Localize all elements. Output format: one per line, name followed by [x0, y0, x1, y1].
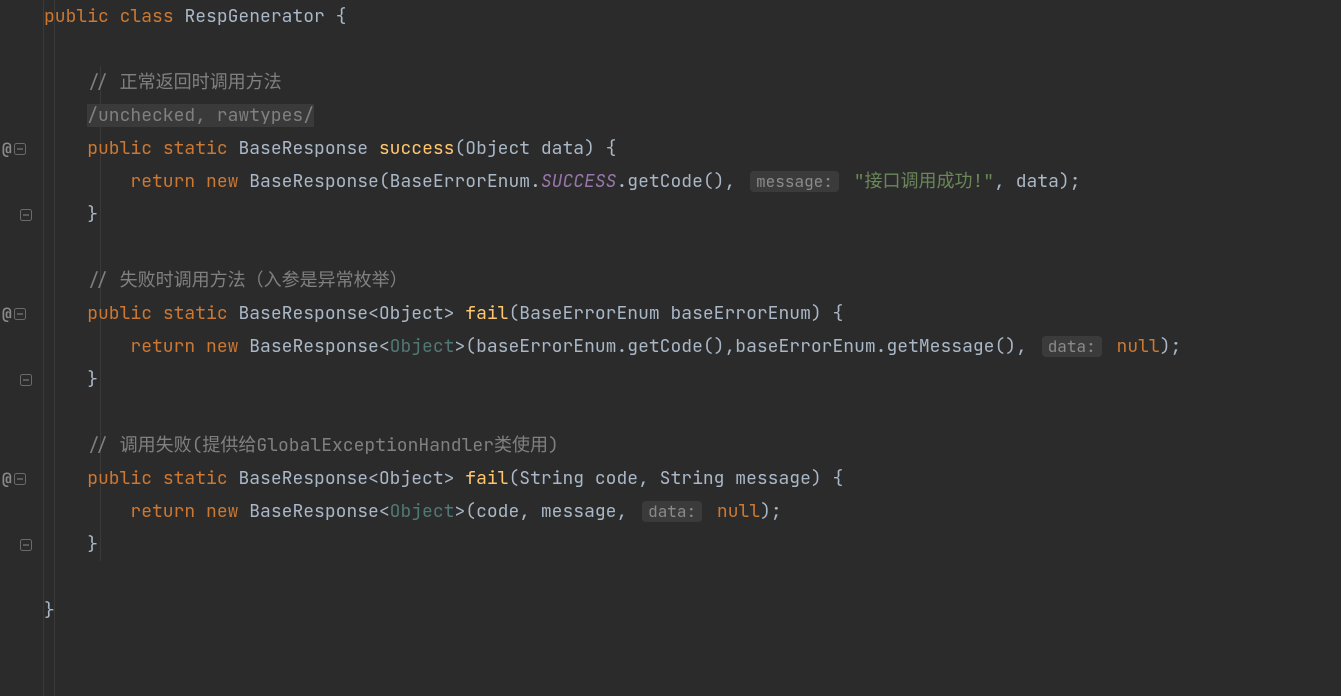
code-area[interactable]: public class RespGenerator { // 正常返回时调用方…: [44, 0, 1341, 696]
code-line[interactable]: [44, 396, 1341, 429]
return-type: BaseResponse: [238, 137, 368, 160]
kw-return: return: [130, 170, 195, 193]
code-line[interactable]: [44, 33, 1341, 66]
return-type: BaseResponse<Object>: [238, 467, 454, 490]
code-line[interactable]: [44, 561, 1341, 594]
code-line[interactable]: /unchecked, rawtypes/: [44, 99, 1341, 132]
param-hint: data:: [1042, 336, 1102, 357]
ctor-type: BaseResponse<: [249, 500, 389, 523]
params: (String code, String message) {: [508, 467, 843, 490]
generic-type: Object: [390, 335, 455, 358]
code-line[interactable]: // 正常返回时调用方法: [44, 66, 1341, 99]
gutter-fold-icon[interactable]: [0, 528, 44, 561]
fold-collapse-icon[interactable]: [14, 473, 26, 485]
code-line[interactable]: public class RespGenerator {: [44, 0, 1341, 33]
code-line[interactable]: }: [44, 594, 1341, 627]
kw-new: new: [206, 335, 238, 358]
code-line[interactable]: public static BaseResponse success(Objec…: [44, 132, 1341, 165]
gutter-annotation-icon[interactable]: @: [0, 132, 44, 165]
code-line[interactable]: public static BaseResponse<Object> fail(…: [44, 462, 1341, 495]
gutter-annotation-icon[interactable]: @: [0, 462, 44, 495]
kw-new: new: [206, 170, 238, 193]
code-text: (BaseErrorEnum.: [379, 170, 541, 193]
kw-public: public: [87, 302, 152, 325]
code-line[interactable]: return new BaseResponse<Object>(code, me…: [44, 495, 1341, 528]
fold-expand-icon[interactable]: [20, 539, 32, 551]
code-text: >: [454, 500, 465, 523]
kw-public: public: [87, 137, 152, 160]
kw-return: return: [130, 500, 195, 523]
kw-null: null: [1117, 335, 1160, 358]
kw-public: public: [44, 5, 109, 28]
ctor-type: BaseResponse: [249, 170, 379, 193]
class-name: RespGenerator: [184, 5, 324, 28]
code-line[interactable]: // 失败时调用方法（入参是异常枚举）: [44, 264, 1341, 297]
return-type: BaseResponse<Object>: [238, 302, 454, 325]
kw-return: return: [130, 335, 195, 358]
kw-static: static: [163, 467, 228, 490]
params: (BaseErrorEnum baseErrorEnum) {: [508, 302, 843, 325]
method-name: fail: [465, 302, 508, 325]
enum-const: SUCCESS: [541, 170, 617, 193]
gutter-fold-icon[interactable]: [0, 363, 44, 396]
suppressed-comment: /unchecked, rawtypes/: [87, 104, 314, 127]
code-line[interactable]: [44, 231, 1341, 264]
code-line[interactable]: }: [44, 528, 1341, 561]
method-name: fail: [465, 467, 508, 490]
code-text: );: [1160, 335, 1182, 358]
param-hint: message:: [750, 171, 839, 192]
kw-new: new: [206, 500, 238, 523]
code-editor[interactable]: @ @ @ public class RespGenerator { // 正常…: [0, 0, 1341, 696]
code-text: .getCode(),: [616, 170, 746, 193]
at-icon: @: [2, 132, 12, 165]
gutter-fold-icon[interactable]: [0, 198, 44, 231]
code-text: (baseErrorEnum.getCode(),baseErrorEnum.g…: [465, 335, 1037, 358]
code-line[interactable]: // 调用失败(提供给GlobalExceptionHandler类使用): [44, 429, 1341, 462]
fold-collapse-icon[interactable]: [14, 308, 26, 320]
brace: }: [87, 368, 98, 391]
code-line[interactable]: return new BaseResponse<Object>(baseErro…: [44, 330, 1341, 363]
brace: }: [87, 533, 98, 556]
fold-expand-icon[interactable]: [20, 374, 32, 386]
comment: // 正常返回时调用方法: [87, 71, 281, 94]
string-literal: "接口调用成功!": [854, 170, 994, 193]
code-text: , data);: [994, 170, 1080, 193]
code-text: (code, message,: [465, 500, 638, 523]
params: (Object data) {: [454, 137, 616, 160]
at-icon: @: [2, 297, 12, 330]
comment: // 调用失败(提供给GlobalExceptionHandler类使用): [87, 434, 559, 457]
brace: }: [87, 203, 98, 226]
code-line[interactable]: public static BaseResponse<Object> fail(…: [44, 297, 1341, 330]
generic-type: Object: [390, 500, 455, 523]
code-text: >: [454, 335, 465, 358]
kw-static: static: [163, 302, 228, 325]
fold-collapse-icon[interactable]: [14, 143, 26, 155]
method-name: success: [379, 137, 455, 160]
kw-null: null: [717, 500, 760, 523]
kw-static: static: [163, 137, 228, 160]
code-text: );: [760, 500, 782, 523]
ctor-type: BaseResponse<: [249, 335, 389, 358]
brace: }: [44, 599, 55, 622]
at-icon: @: [2, 462, 12, 495]
kw-public: public: [87, 467, 152, 490]
brace: {: [325, 5, 347, 28]
code-line[interactable]: return new BaseResponse(BaseErrorEnum.SU…: [44, 165, 1341, 198]
code-line[interactable]: }: [44, 363, 1341, 396]
kw-class: class: [120, 5, 174, 28]
comment: // 失败时调用方法（入参是异常枚举）: [87, 269, 407, 292]
param-hint: data:: [642, 501, 702, 522]
code-line[interactable]: }: [44, 198, 1341, 231]
gutter-annotation-icon[interactable]: @: [0, 297, 44, 330]
gutter: @ @ @: [0, 0, 44, 696]
fold-expand-icon[interactable]: [20, 209, 32, 221]
